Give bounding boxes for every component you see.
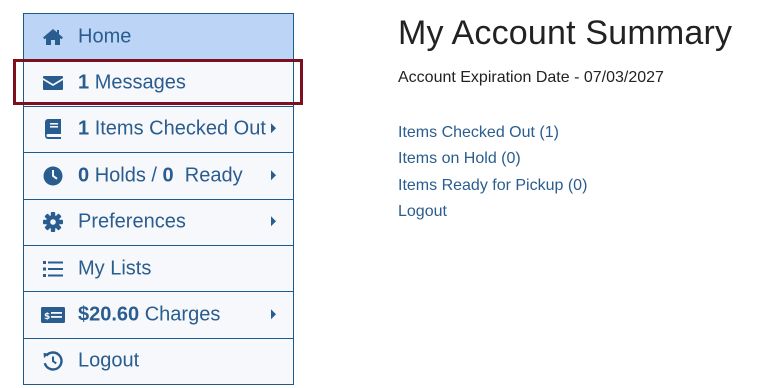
link-logout[interactable]: Logout <box>398 199 587 225</box>
summary-links: Items Checked Out (1) Items on Hold (0) … <box>398 120 587 225</box>
main-content: My Account Summary <box>398 14 732 53</box>
charges-amount: $20.60 <box>78 303 140 326</box>
messages-count: 1 <box>78 71 90 94</box>
money-icon: $ <box>41 304 65 326</box>
sidebar-item-label-ready: Ready <box>184 164 243 187</box>
sidebar-item-logout[interactable]: Logout <box>24 338 293 386</box>
checked-out-count: 1 <box>78 117 90 140</box>
account-expiration: Account Expiration Date - 07/03/2027 <box>398 69 664 86</box>
envelope-icon <box>41 72 65 94</box>
sidebar-item-home[interactable]: Home <box>24 14 293 61</box>
caret-right-icon <box>271 216 276 227</box>
clock-icon <box>41 165 65 187</box>
sidebar-item-label: Holds / <box>94 164 157 187</box>
sidebar-item-label: Messages <box>94 71 186 94</box>
page-title: My Account Summary <box>398 14 733 52</box>
svg-text:$: $ <box>44 312 50 322</box>
home-icon <box>41 26 65 48</box>
sidebar-item-charges[interactable]: $ $20.60 Charges <box>24 292 293 339</box>
gear-icon <box>41 211 65 233</box>
sidebar-item-messages[interactable]: 1 Messages <box>24 60 293 107</box>
sidebar-item-label: Preferences <box>78 210 186 233</box>
sidebar-item-label: Home <box>78 25 132 48</box>
sidebar-item-checked-out[interactable]: 1 Items Checked Out <box>24 106 293 154</box>
caret-right-icon <box>271 309 276 320</box>
link-items-ready-for-pickup[interactable]: Items Ready for Pickup (0) <box>398 173 587 199</box>
caret-right-icon <box>271 170 276 181</box>
sidebar-item-label: Items Checked Out <box>94 117 266 140</box>
list-icon <box>41 258 65 280</box>
holds-count: 0 <box>78 164 90 187</box>
account-sidebar: Home 1 Messages 1 Items Checked Out 0 Ho… <box>23 13 294 386</box>
sidebar-item-preferences[interactable]: Preferences <box>24 199 293 246</box>
sidebar-item-label: My Lists <box>78 257 152 280</box>
link-items-checked-out[interactable]: Items Checked Out (1) <box>398 120 587 146</box>
history-icon <box>41 350 65 372</box>
caret-right-icon <box>271 123 276 134</box>
sidebar-item-label: Logout <box>78 349 140 372</box>
sidebar-item-holds[interactable]: 0 Holds / 0 Ready <box>24 153 293 200</box>
sidebar-item-label: Charges <box>144 303 221 326</box>
book-icon <box>41 118 65 140</box>
ready-count: 0 <box>162 164 174 187</box>
link-items-on-hold[interactable]: Items on Hold (0) <box>398 146 587 172</box>
sidebar-item-my-lists[interactable]: My Lists <box>24 245 293 293</box>
